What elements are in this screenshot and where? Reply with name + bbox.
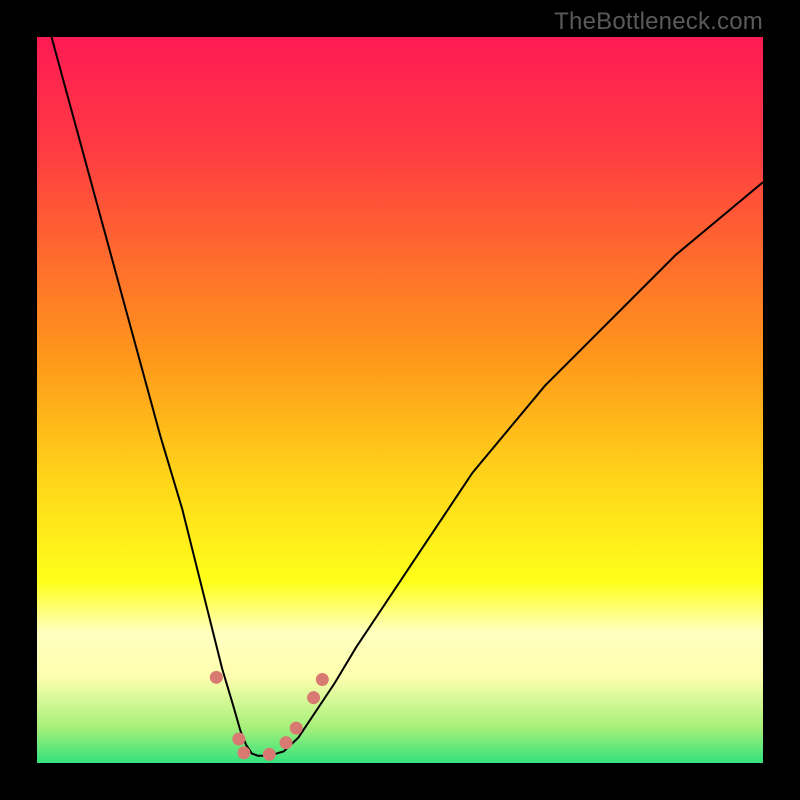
watermark-text: TheBottleneck.com <box>554 8 763 36</box>
marker-trough-left <box>237 746 250 759</box>
marker-left <box>210 671 223 684</box>
marker-right-lower-a <box>280 736 293 749</box>
marker-right-lower-b <box>290 722 303 735</box>
marker-trough-right <box>263 748 276 761</box>
marker-right-upper-a <box>307 691 320 704</box>
marker-right-upper-b <box>316 673 329 686</box>
chart-background <box>37 37 763 763</box>
chart-frame: TheBottleneck.com <box>0 0 800 800</box>
marker-left-lower <box>232 733 245 746</box>
chart-plot <box>37 37 763 763</box>
